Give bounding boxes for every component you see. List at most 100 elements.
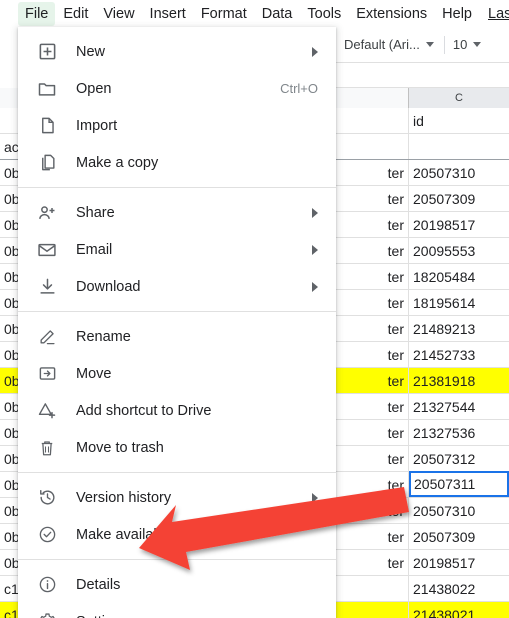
menu-item-label: Import [76, 117, 118, 134]
menu-item-label: Email [76, 241, 113, 258]
menu-item-add-shortcut-to-drive[interactable]: Add shortcut to Drive [18, 392, 336, 429]
menu-item-label: New [76, 43, 106, 60]
menu-item-label: Move [76, 365, 112, 382]
cell-column-b-text: ter [387, 554, 404, 571]
menubar-item-data[interactable]: Data [255, 2, 300, 26]
menubar-item-edit[interactable]: Edit [56, 2, 95, 26]
menu-item-move[interactable]: Move [18, 355, 336, 392]
submenu-arrow-icon [312, 244, 318, 255]
cell-column-b-text: ter [387, 476, 404, 493]
menubar-item-tools[interactable]: Tools [300, 2, 348, 26]
cell-column-c[interactable]: 20507309 [409, 524, 509, 549]
menu-item-label: Details [76, 576, 121, 593]
submenu-arrow-icon [312, 492, 318, 503]
cell-column-c[interactable]: 20507309 [409, 186, 509, 211]
menubar-item-file[interactable]: File [18, 1, 56, 26]
menu-item-shortcut: Ctrl+O [280, 81, 318, 96]
font-size-value: 10 [452, 37, 468, 52]
move-folder-icon [36, 363, 58, 385]
menu-item-make-available-offline[interactable]: Make available offline [18, 516, 336, 553]
selected-cell[interactable]: 20507311 [409, 471, 509, 497]
cell-column-b-text: ter [387, 450, 404, 467]
menu-item-settings[interactable]: Settings [18, 603, 336, 618]
cell-column-c[interactable]: 20507310 [409, 498, 509, 523]
cell-column-c[interactable]: 20507312 [409, 446, 509, 471]
trash-icon [36, 437, 58, 459]
cell-column-c[interactable]: 21452733 [409, 342, 509, 367]
cell-column-b-text: ter [387, 372, 404, 389]
info-icon [36, 574, 58, 596]
submenu-arrow-icon [312, 281, 318, 292]
document-icon [36, 115, 58, 137]
person-add-icon [36, 202, 58, 224]
cell-column-c[interactable]: 21381918 [409, 368, 509, 393]
menu-item-download[interactable]: Download [18, 268, 336, 305]
cell-column-c[interactable]: 21327544 [409, 394, 509, 419]
file-menu-dropdown: New Open Ctrl+O Import Make a copy Share Email… [18, 27, 336, 618]
envelope-icon [36, 239, 58, 261]
drive-shortcut-icon [36, 400, 58, 422]
cell-column-c[interactable]: 21438022 [409, 576, 509, 601]
cell-column-c[interactable]: 21438021 [409, 602, 509, 618]
menu-item-label: Make a copy [76, 154, 159, 171]
menubar-item-help[interactable]: Help [435, 2, 479, 26]
menubar-item-view[interactable]: View [96, 2, 141, 26]
download-icon [36, 276, 58, 298]
menubar-item-extensions[interactable]: Extensions [349, 2, 434, 26]
menu-item-open[interactable]: Open Ctrl+O [18, 70, 336, 107]
cell-column-b-text: ter [387, 164, 404, 181]
menu-item-email[interactable]: Email [18, 231, 336, 268]
toolbar: Default (Ari... 10 [336, 27, 509, 63]
cell-column-b-text: ter [387, 294, 404, 311]
cell-column-b-text: ter [387, 502, 404, 519]
menu-item-make-a-copy[interactable]: Make a copy [18, 144, 336, 181]
menu-separator [18, 187, 336, 188]
menu-item-rename[interactable]: Rename [18, 318, 336, 355]
sheets-window: File Edit View Insert Format Data Tools … [0, 0, 509, 618]
cell-column-c[interactable]: 20095553 [409, 238, 509, 263]
menu-item-label: Download [76, 278, 141, 295]
last-edit-link[interactable]: Last [486, 3, 509, 25]
menu-item-share[interactable]: Share [18, 194, 336, 231]
menubar-item-insert[interactable]: Insert [143, 2, 193, 26]
menu-item-label: Add shortcut to Drive [76, 402, 212, 419]
history-icon [36, 487, 58, 509]
menu-separator [18, 311, 336, 312]
cell-column-c[interactable]: 21327536 [409, 420, 509, 445]
font-size-select[interactable]: 10 [452, 37, 482, 52]
submenu-arrow-icon [312, 207, 318, 218]
menu-item-version-history[interactable]: Version history [18, 479, 336, 516]
menu-separator [18, 559, 336, 560]
cell-column-b-text: ter [387, 242, 404, 259]
column-header-c[interactable]: C [409, 88, 509, 108]
cell-column-c[interactable]: 21489213 [409, 316, 509, 341]
cell-column-c[interactable]: 20198517 [409, 550, 509, 575]
copy-icon [36, 152, 58, 174]
cell-column-c[interactable] [409, 134, 509, 159]
formula-bar[interactable] [336, 63, 509, 88]
cell-column-b-text: ter [387, 320, 404, 337]
menu-item-details[interactable]: Details [18, 566, 336, 603]
menu-item-move-to-trash[interactable]: Move to trash [18, 429, 336, 466]
toolbar-divider [443, 35, 445, 54]
cell-column-b-text: ter [387, 190, 404, 207]
cell-column-c[interactable]: 18205484 [409, 264, 509, 289]
menu-item-label: Rename [76, 328, 131, 345]
cell-column-c[interactable]: 20198517 [409, 212, 509, 237]
menu-separator [18, 472, 336, 473]
cell-column-c[interactable]: 18195614 [409, 290, 509, 315]
menubar: File Edit View Insert Format Data Tools … [0, 0, 509, 27]
menu-item-new[interactable]: New [18, 33, 336, 70]
cell-column-c[interactable]: id [409, 108, 509, 133]
menu-item-label: Version history [76, 489, 172, 506]
menu-item-import[interactable]: Import [18, 107, 336, 144]
cell-column-b-text: ter [387, 346, 404, 363]
new-file-icon [36, 41, 58, 63]
cell-column-b-text: ter [387, 268, 404, 285]
font-family-select[interactable]: Default (Ari... [342, 35, 436, 54]
cell-column-b-text: ter [387, 398, 404, 415]
gear-icon [36, 611, 58, 618]
cell-column-b-text: ter [387, 216, 404, 233]
menubar-item-format[interactable]: Format [194, 2, 254, 26]
cell-column-c[interactable]: 20507310 [409, 160, 509, 185]
